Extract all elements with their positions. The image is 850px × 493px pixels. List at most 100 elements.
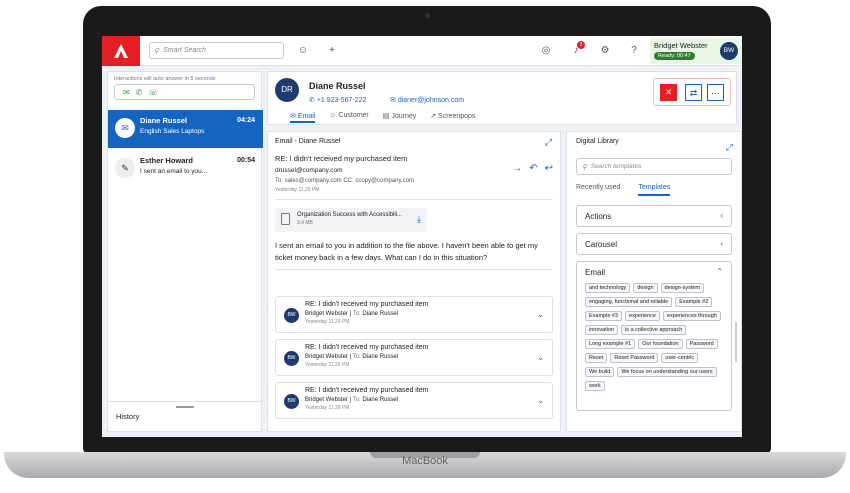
section-email: Email ⌃ and technology design design-sys… (576, 261, 732, 411)
reply-icon[interactable]: ↩ (545, 163, 553, 174)
template-chip[interactable]: and technology (585, 283, 631, 293)
download-icon[interactable]: ⤓ (417, 214, 421, 225)
section-actions[interactable]: Actions ‹ (576, 205, 732, 227)
thread-item[interactable]: BW RE: I didn't received my purchased it… (275, 339, 553, 376)
thread-from: Bridget Webster | To: Diane Russel (305, 397, 399, 403)
digital-library-panel: Digital Library ⤢ ⚲ Search templates Rec… (566, 131, 742, 432)
file-icon (281, 213, 290, 225)
template-chip[interactable]: Our foundation (638, 339, 683, 349)
thread-from: Bridget Webster | To: Diane Russel (305, 354, 399, 360)
template-chip[interactable]: design (633, 283, 658, 293)
chevron-down-icon[interactable]: ⌄ (537, 310, 544, 319)
search-placeholder: Smart Search (163, 47, 206, 54)
section-carousel[interactable]: Carousel ‹ (576, 233, 732, 255)
avatar: BW (284, 351, 299, 366)
expand-icon[interactable]: ⤢ (545, 137, 552, 148)
conversation-time: 04:24 (237, 117, 255, 124)
search-icon: ⚲ (154, 47, 160, 55)
template-chip[interactable]: Reset Password (610, 353, 659, 363)
chevron-up-icon[interactable]: ⌃ (716, 267, 723, 276)
chat-icon: ✎ (115, 158, 135, 178)
email-panel: Email - Diane Russel ⤢ RE: I didn't rece… (267, 131, 561, 432)
auto-answer-hint: Interactions will auto answer in 5 secon… (114, 76, 216, 82)
tab-screenpops[interactable]: ↗ Screenpops (430, 112, 475, 123)
chevron-down-icon[interactable]: ⌄ (537, 353, 544, 362)
conversation-sub: English Sales Laptops (140, 128, 205, 135)
avatar[interactable]: BW (720, 42, 738, 60)
camera (425, 13, 430, 18)
attachment[interactable]: Organization Success with Accessibili...… (275, 208, 427, 232)
reply-all-icon[interactable]: ↶ (529, 163, 537, 174)
gear-icon[interactable]: ⚙ (598, 44, 612, 58)
tab-email[interactable]: ✉ Email (290, 112, 316, 123)
email-channel-icon[interactable]: ✉ (123, 88, 130, 97)
email-icon: ✉ (115, 118, 135, 138)
status-badge: Ready: 00:47 (654, 52, 695, 60)
template-chip[interactable]: Example #3 (585, 311, 623, 321)
phone-channel-icon[interactable]: ✆ (136, 88, 143, 97)
email-value: dianer@johnson.com (397, 97, 465, 104)
chat-channel-icon[interactable]: ☏ (148, 88, 158, 97)
template-chip[interactable]: We focus on understanding our users (617, 367, 717, 377)
library-title: Digital Library (576, 138, 619, 145)
thread-item[interactable]: BW RE: I didn't received my purchased it… (275, 296, 553, 333)
tab-journey[interactable]: ▤ Journey (383, 112, 416, 123)
contact-phone[interactable]: ✆ +1 923-567-222 (309, 96, 366, 104)
forward-icon[interactable]: → (512, 163, 522, 174)
top-bar: ⚲ Smart Search ☺ + ◎ ♪ 3 ⚙ ? Bridget Webs… (102, 36, 742, 66)
template-chip[interactable]: Long example #1 (585, 339, 636, 349)
conversation-item[interactable]: ✎ Esther Howard I sent an email to you..… (108, 150, 263, 188)
chevron-left-icon: ‹ (720, 211, 723, 220)
template-chip[interactable]: design-system (660, 283, 704, 293)
thread-item[interactable]: BW RE: I didn't received my purchased it… (275, 382, 553, 419)
divider (275, 269, 553, 270)
plus-icon[interactable]: + (325, 44, 339, 58)
template-chip[interactable]: Reset (585, 353, 608, 363)
email-date: Yesterday 11.29 PM (275, 187, 320, 193)
smart-search-input[interactable]: ⚲ Smart Search (149, 42, 284, 59)
section-email-title[interactable]: Email (585, 268, 605, 277)
bell-icon[interactable]: ♪ 3 (569, 41, 585, 58)
search-icon: ⚲ (582, 163, 587, 171)
expand-icon[interactable]: ⤢ (726, 142, 733, 153)
scrollbar[interactable] (735, 322, 737, 362)
transfer-button[interactable]: ⇄ (685, 84, 702, 101)
user-status-card[interactable]: Bridget Webster Ready: 00:47 BW (650, 38, 742, 64)
brand-a-logo[interactable] (102, 36, 140, 66)
more-button[interactable]: ⋯ (707, 84, 724, 101)
template-chip[interactable]: experiences through (662, 311, 721, 321)
template-chip[interactable]: engaging, functional and reliable (585, 297, 673, 307)
tab-customer[interactable]: ☺ Customer (329, 112, 368, 123)
template-chip[interactable]: work (585, 381, 605, 391)
channel-icons: ✉ ✆ ☏ (114, 84, 255, 100)
help-icon[interactable]: ? (627, 44, 641, 58)
end-interaction-button[interactable]: ✕ (660, 84, 677, 101)
template-chip[interactable]: We build (585, 367, 615, 377)
template-chip[interactable]: user-centric (661, 353, 699, 363)
tab-templates[interactable]: Templates (638, 184, 671, 196)
template-chip[interactable]: Password (685, 339, 718, 349)
template-search-input[interactable]: ⚲ Search templates (576, 158, 732, 175)
chevron-down-icon[interactable]: ⌄ (537, 396, 544, 405)
conversation-time: 00:54 (237, 157, 255, 164)
template-chip[interactable]: innovation (585, 325, 619, 335)
thread-subject: RE: I didn't received my purchased item (305, 387, 429, 394)
library-tabs: Recently used Templates (576, 184, 732, 196)
email-body: I sent an email to you in addition to th… (275, 241, 538, 262)
contact-header: DR Diane Russel ✆ +1 923-567-222 ✉ diane… (267, 71, 737, 125)
template-chip[interactable]: experience (625, 311, 660, 321)
template-chip[interactable]: Example #2 (675, 297, 713, 307)
status-icon[interactable]: ◎ (539, 44, 553, 58)
agent-icon[interactable]: ☺ (296, 44, 310, 58)
history-panel[interactable]: History (108, 401, 261, 431)
conversation-item[interactable]: ✉ Diane Russel English Sales Laptops 04:… (108, 110, 263, 148)
template-chip[interactable]: is a collective approach (621, 325, 687, 335)
drag-handle[interactable] (176, 406, 194, 408)
contact-email[interactable]: ✉ dianer@johnson.com (390, 96, 464, 104)
attachment-name: Organization Success with Accessibili... (297, 212, 403, 218)
email-actions: → ↶ ↩ (512, 163, 553, 174)
device-brand: MacBook (402, 455, 448, 467)
contact-name: Diane Russel (309, 81, 366, 91)
thread-date: Yesterday 11.29 PM (305, 319, 350, 325)
tab-recently-used[interactable]: Recently used (576, 184, 620, 196)
